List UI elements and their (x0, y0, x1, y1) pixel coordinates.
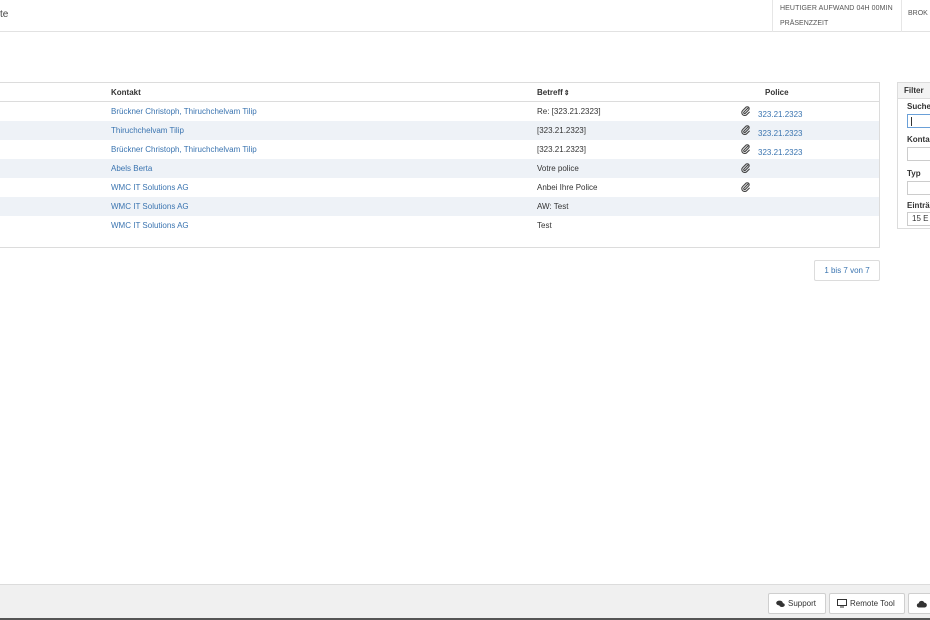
remote-tool-label: Remote Tool (850, 599, 895, 608)
pagination-info[interactable]: 1 bis 7 von 7 (814, 260, 880, 281)
column-header-betreff-label: Betreff (537, 88, 563, 97)
filter-header: Filter (898, 83, 930, 99)
contact-filter-label: Konta (907, 135, 930, 144)
cloud-button[interactable] (908, 593, 930, 614)
subject-text: [323.21.2323] (537, 126, 586, 135)
table-row[interactable]: WMC IT Solutions AG AW: Test (0, 197, 879, 216)
policy-link[interactable]: 323.21.2323 (758, 129, 803, 138)
contact-link[interactable]: WMC IT Solutions AG (111, 183, 189, 192)
messages-table: Kontakt Betreff⇕ Police Brückner Christo… (0, 82, 880, 248)
monitor-icon (837, 599, 847, 608)
paperclip-icon[interactable] (741, 106, 750, 117)
subject-text: AW: Test (537, 202, 569, 211)
policy-link[interactable]: 323.21.2323 (758, 148, 803, 157)
entries-select[interactable]: 15 E (907, 212, 930, 226)
table-row[interactable]: WMC IT Solutions AG Test (0, 216, 879, 235)
subject-text: [323.21.2323] (537, 145, 586, 154)
table-row[interactable]: Thiruchchelvam Tilip [323.21.2323] 323.21.… (0, 121, 879, 140)
support-button[interactable]: Support (768, 593, 826, 614)
policy-link[interactable]: 323.21.2323 (758, 110, 803, 119)
search-input[interactable] (907, 114, 930, 128)
broker-menu[interactable]: BROK (908, 10, 928, 17)
table-row[interactable]: Abels Berta Votre police (0, 159, 879, 178)
sort-icon[interactable]: ⇕ (564, 90, 570, 97)
table-row[interactable]: Brückner Christoph, Thiruchchelvam Tilip… (0, 102, 879, 121)
subject-text: Re: [323.21.2323] (537, 107, 601, 116)
chat-icon (776, 600, 785, 607)
search-label: Suche (907, 102, 930, 111)
paperclip-icon[interactable] (741, 182, 750, 193)
contact-link[interactable]: Brückner Christoph, Thiruchchelvam Tilip (111, 145, 257, 154)
support-label: Support (788, 599, 817, 608)
subject-text: Anbei Ihre Police (537, 183, 598, 192)
contact-link[interactable]: WMC IT Solutions AG (111, 221, 189, 230)
cloud-upload-icon (916, 600, 927, 608)
page-title: te (0, 9, 9, 20)
table-row[interactable]: Brückner Christoph, Thiruchchelvam Tilip… (0, 140, 879, 159)
paperclip-icon[interactable] (741, 163, 750, 174)
text-caret (911, 117, 912, 126)
time-tracking-panel[interactable]: HEUTIGER AUFWAND 04H 00MIN PRÄSENZZEIT (772, 0, 902, 32)
filter-title: Filter (904, 86, 924, 95)
subject-text: Test (537, 221, 552, 230)
table-header: Kontakt Betreff⇕ Police (0, 83, 879, 102)
paperclip-icon[interactable] (741, 144, 750, 155)
paperclip-icon[interactable] (741, 125, 750, 136)
entries-label: Einträ (907, 201, 930, 210)
table-row[interactable]: WMC IT Solutions AG Anbei Ihre Police (0, 178, 879, 197)
contact-filter-input[interactable] (907, 147, 930, 161)
contact-link[interactable]: Brückner Christoph, Thiruchchelvam Tilip (111, 107, 257, 116)
column-header-kontakt: Kontakt (111, 88, 141, 97)
contact-link[interactable]: WMC IT Solutions AG (111, 202, 189, 211)
remote-tool-button[interactable]: Remote Tool (829, 593, 905, 614)
top-bar: te HEUTIGER AUFWAND 04H 00MIN PRÄSENZZEI… (0, 0, 930, 32)
contact-link[interactable]: Thiruchchelvam Tilip (111, 126, 184, 135)
contact-link[interactable]: Abels Berta (111, 164, 152, 173)
filter-panel: Filter Suche Konta Typ Einträ 15 E (897, 82, 930, 229)
type-filter-input[interactable] (907, 181, 930, 195)
column-header-police: Police (765, 88, 789, 97)
presence-time-text: PRÄSENZZEIT (780, 20, 829, 27)
subject-text: Votre police (537, 164, 579, 173)
footer-bar: Support Remote Tool (0, 584, 930, 620)
type-filter-label: Typ (907, 169, 921, 178)
daily-effort-text: HEUTIGER AUFWAND 04H 00MIN (780, 5, 893, 12)
column-header-betreff[interactable]: Betreff⇕ (537, 88, 570, 97)
